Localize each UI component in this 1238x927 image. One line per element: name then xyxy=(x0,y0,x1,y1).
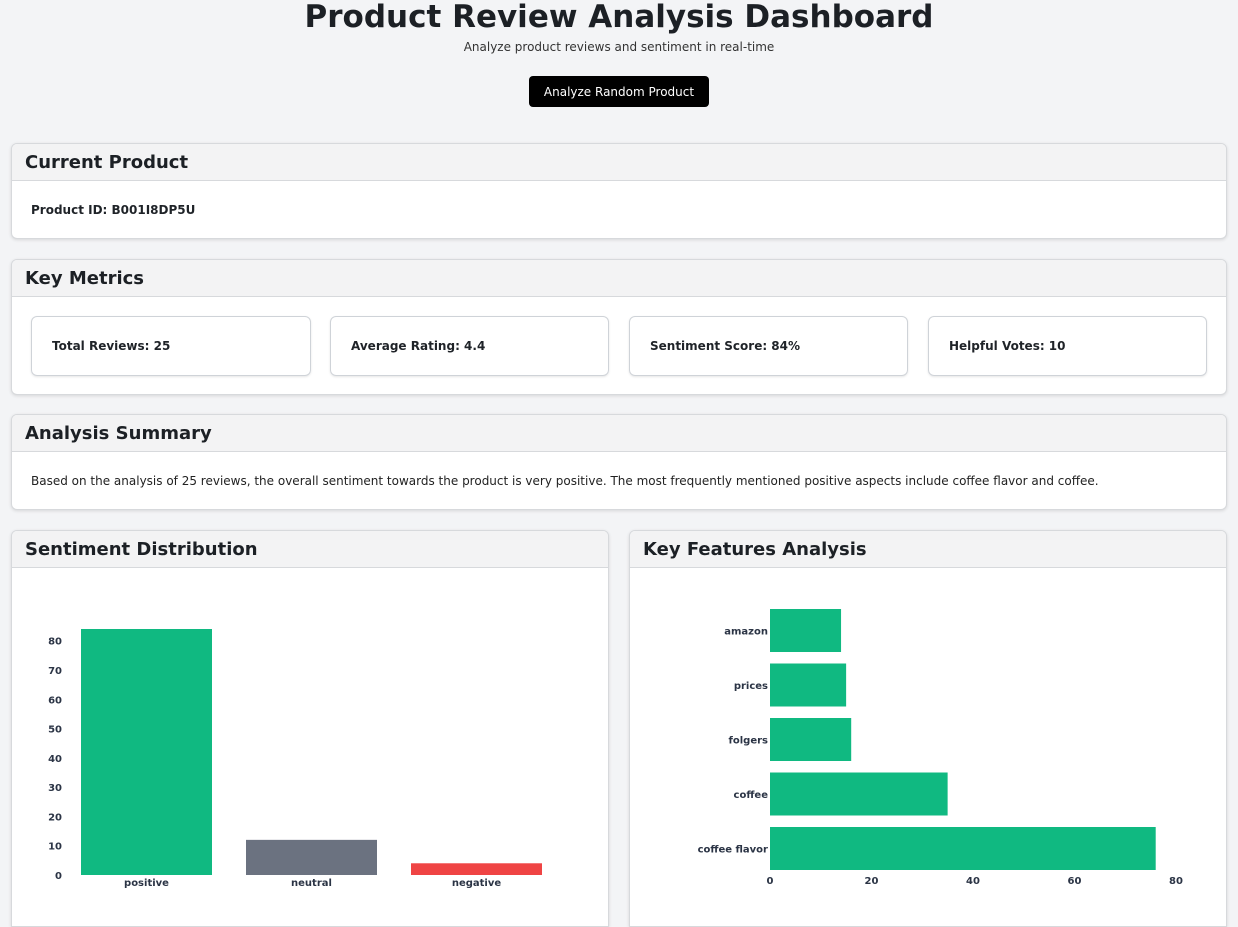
y-tick-label: prices xyxy=(734,681,768,692)
x-tick-label: negative xyxy=(452,878,502,889)
y-tick-label: 60 xyxy=(48,695,62,706)
current-product-card: Current Product Product ID: B001I8DP5U xyxy=(11,143,1227,239)
y-tick-label: 20 xyxy=(48,812,62,823)
key-features-card: Key Features Analysis amazon prices folger… xyxy=(629,530,1227,927)
bar-coffee-flavor xyxy=(770,827,1156,870)
bar-positive xyxy=(81,629,212,875)
features-bar-chart: amazon prices folgers coffee coffee flavor 0 2… xyxy=(698,609,1183,887)
sentiment-distribution-card: Sentiment Distribution 0 10 20 30 40 50 60 70 80… xyxy=(11,530,609,927)
x-tick-label: neutral xyxy=(291,878,332,889)
y-tick-label: coffee flavor xyxy=(698,845,768,856)
page-subtitle: Analyze product reviews and sentiment in… xyxy=(463,40,775,54)
key-metrics-card: Key Metrics Total Reviews: 25 Average Ra… xyxy=(11,259,1227,395)
analysis-summary-text: Based on the analysis of 25 reviews, the… xyxy=(31,474,1099,488)
metric-average-rating: Average Rating: 4.4 xyxy=(330,316,609,376)
metric-sentiment-score: Sentiment Score: 84% xyxy=(629,316,908,376)
page-title: Product Review Analysis Dashboard xyxy=(304,0,934,35)
y-tick-label: 10 xyxy=(48,842,62,853)
y-tick-label: coffee xyxy=(734,790,769,801)
metric-total-reviews: Total Reviews: 25 xyxy=(31,316,311,376)
bar-amazon xyxy=(770,609,842,652)
bar-coffee xyxy=(770,772,948,816)
y-tick-label: amazon xyxy=(724,627,768,638)
x-tick-label: 0 xyxy=(767,876,774,887)
key-metrics-heading: Key Metrics xyxy=(12,260,1226,297)
analysis-summary-card: Analysis Summary Based on the analysis o… xyxy=(11,414,1227,510)
y-tick-label: 30 xyxy=(48,783,62,794)
y-tick-label: 0 xyxy=(55,871,62,882)
y-tick-label: 50 xyxy=(48,725,62,736)
y-tick-label: 40 xyxy=(48,754,62,765)
current-product-heading: Current Product xyxy=(12,144,1226,181)
bar-folgers xyxy=(770,718,852,761)
sentiment-bar-chart: 0 10 20 30 40 50 60 70 80 positive neutral negative xyxy=(48,629,542,889)
bar-prices xyxy=(770,663,847,707)
bar-negative xyxy=(411,863,542,875)
y-tick-label: 70 xyxy=(48,666,62,677)
bar-neutral xyxy=(246,839,377,875)
x-tick-label: 40 xyxy=(966,876,980,887)
x-tick-label: 20 xyxy=(865,876,879,887)
product-id-text: Product ID: B001I8DP5U xyxy=(31,203,196,217)
y-tick-label: folgers xyxy=(729,736,769,747)
x-tick-label: positive xyxy=(124,878,169,889)
key-features-heading: Key Features Analysis xyxy=(630,531,1226,568)
x-tick-label: 80 xyxy=(1169,876,1183,887)
x-tick-label: 60 xyxy=(1068,876,1082,887)
sentiment-distribution-heading: Sentiment Distribution xyxy=(12,531,608,568)
metric-helpful-votes: Helpful Votes: 10 xyxy=(928,316,1207,376)
analyze-random-product-button[interactable]: Analyze Random Product xyxy=(529,76,709,107)
analysis-summary-heading: Analysis Summary xyxy=(12,415,1226,452)
y-tick-label: 80 xyxy=(48,637,62,648)
